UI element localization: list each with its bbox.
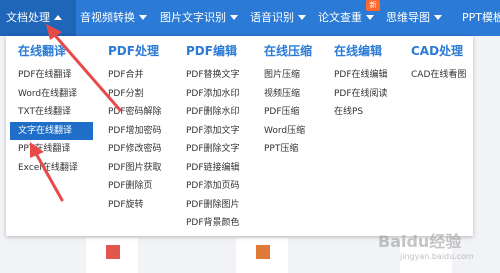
watermark-url: jingyan.baidu.com xyxy=(400,252,474,261)
annotation-arrow-icon xyxy=(46,24,122,112)
annotation-arrow-icon xyxy=(30,142,64,202)
watermark-logo: Baidu经验 xyxy=(378,232,462,251)
